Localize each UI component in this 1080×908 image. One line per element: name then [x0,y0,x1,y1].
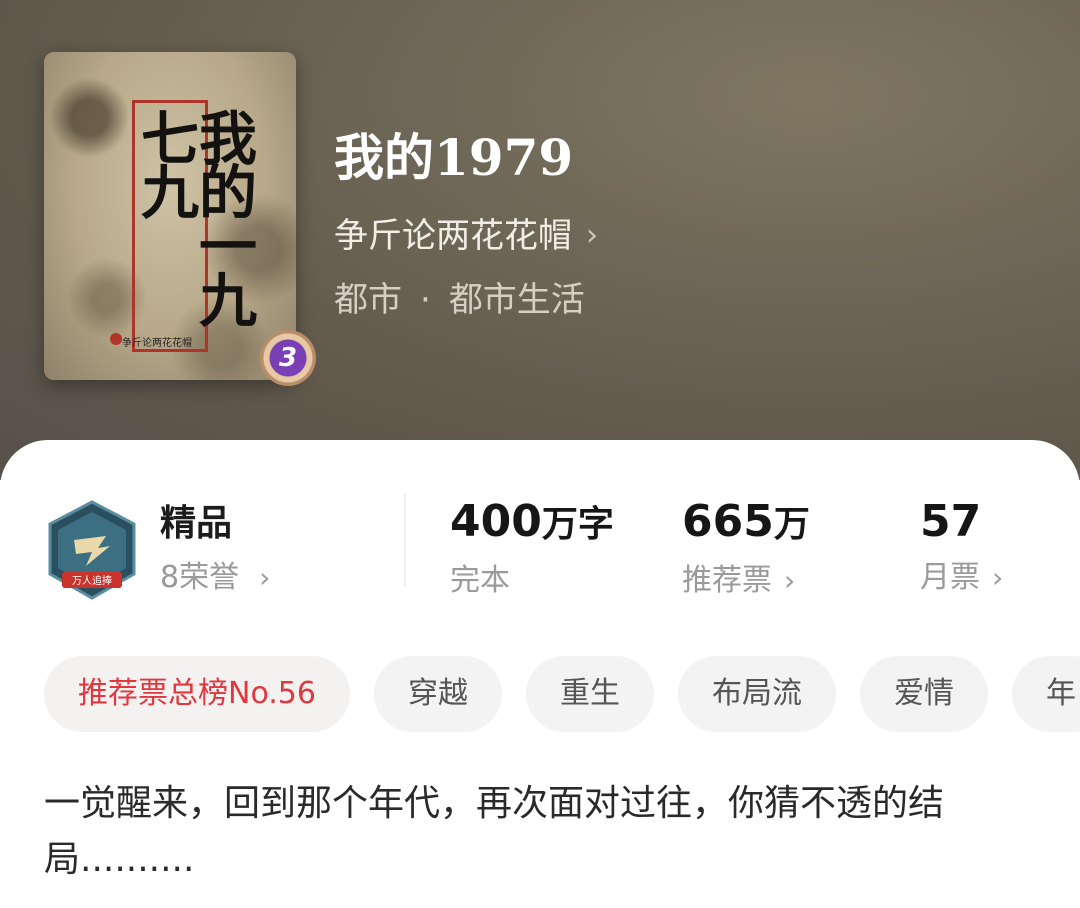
recommend-count: 665 [682,496,774,547]
emblem-text: 万人追捧 [72,574,112,587]
tag-rank[interactable]: 推荐票总榜No.56 [44,656,350,732]
subgenre[interactable]: 都市生活 [449,276,585,324]
genre[interactable]: 都市 [334,276,402,324]
monthly-count: 57 [920,496,982,547]
tag-item[interactable]: 穿越 [373,656,502,732]
cover-title: 我的一九七九 [131,108,257,324]
chevron-right-icon: › [784,564,796,597]
stat-monthly[interactable]: 57 月票 › [920,496,1003,598]
honor-title: 精品 [160,503,233,544]
genre-row: 都市 · 都市生活 [334,276,585,324]
honor-emblem-icon[interactable]: 万人追捧 [46,500,138,600]
cover-seal-icon [110,333,122,345]
tag-item[interactable]: 布局流 [677,656,836,732]
book-title: 我的1979 [334,128,574,187]
author-name: 争斤论两花花帽 [334,216,572,256]
recommend-unit: 万 [773,504,810,545]
honor-link[interactable]: 8荣誉 › [160,556,270,600]
cover-author: 争斤论两花花帽 [122,338,192,349]
chevron-right-icon: › [992,561,1004,594]
tag-item[interactable]: 爱情 [859,656,988,732]
chevron-right-icon: › [259,561,271,594]
stat-words: 400万字 完本 [450,496,614,601]
honor-count: 8荣誉 [160,560,240,595]
word-count: 400 [450,496,542,547]
recommend-label: 推荐票 [682,563,772,598]
completion-status: 完本 [450,563,510,598]
book-description[interactable]: 一觉醒来，回到那个年代，再次面对过往，你猜不透的结局.......... [44,776,1034,888]
separator-dot: · [420,280,431,320]
stats-divider [404,494,406,586]
word-count-unit: 万字 [541,504,614,545]
level-badge: 3 [260,330,316,386]
author-link[interactable]: 争斤论两花花帽 › [334,212,598,260]
book-cover[interactable]: 我的一九七九 争斤论两花花帽 [44,52,296,380]
chevron-right-icon: › [586,218,598,253]
tag-list: 推荐票总榜No.56 穿越 重生 布局流 爱情年 [44,656,1080,732]
tag-item[interactable]: 年 [1011,656,1080,732]
tag-item[interactable]: 重生 [525,656,654,732]
stat-recommend[interactable]: 665万 推荐票 › [682,496,810,601]
monthly-label: 月票 [920,560,980,595]
